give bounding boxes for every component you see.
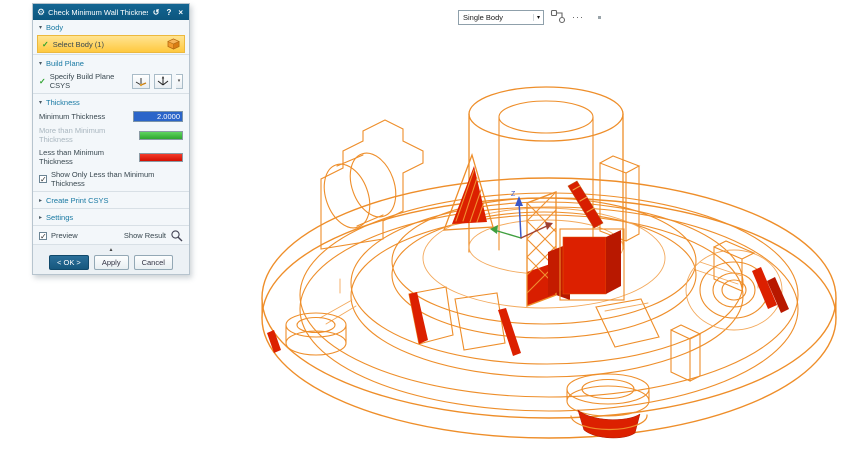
z-axis-label: Z xyxy=(511,191,516,198)
thin-wall-block[interactable] xyxy=(548,229,624,300)
graphics-viewport[interactable]: Z xyxy=(0,0,843,474)
application-canvas: ⚙ Check Minimum Wall Thickness ↺ ? × ▾ B… xyxy=(0,0,843,474)
bearing-block[interactable] xyxy=(316,120,423,249)
bottom-boss[interactable] xyxy=(567,374,649,438)
right-pipe-boss[interactable] xyxy=(686,241,789,330)
